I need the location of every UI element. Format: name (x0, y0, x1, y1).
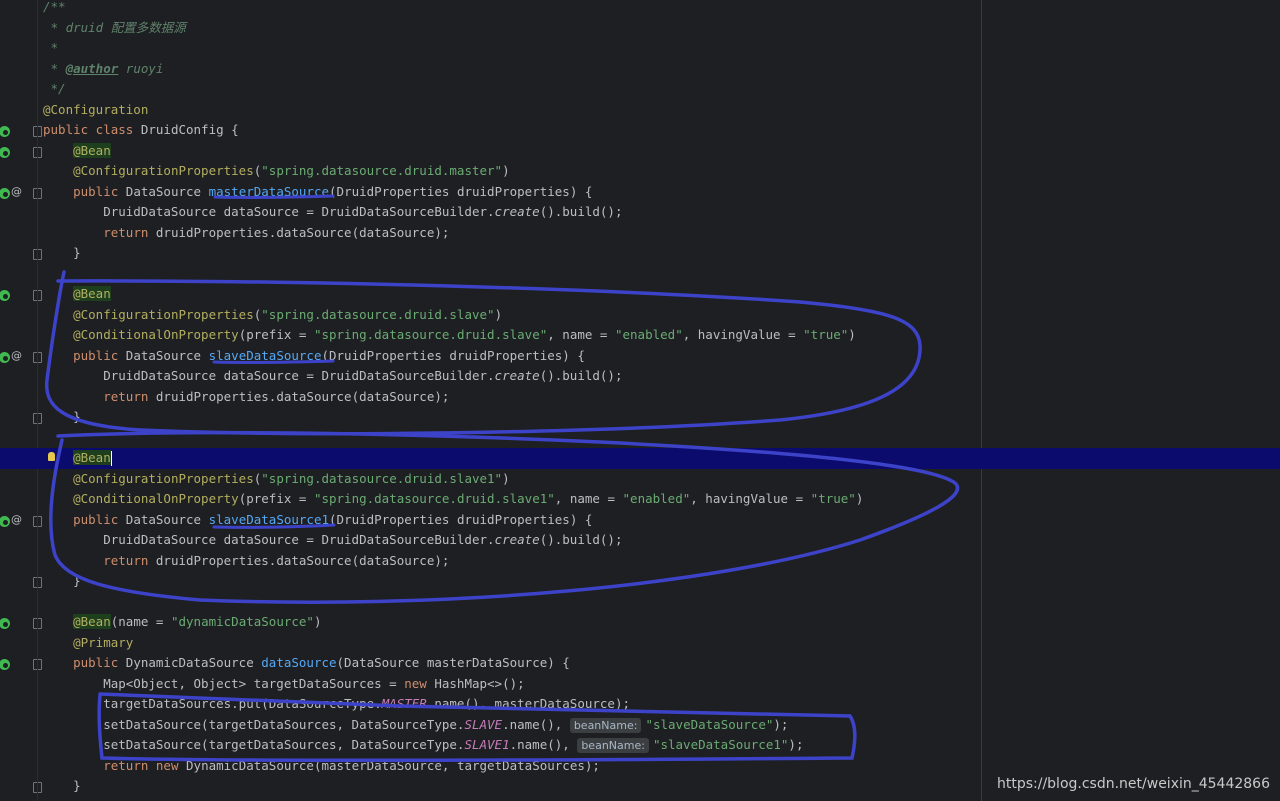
bulb-icon[interactable] (48, 452, 55, 461)
hand-drawn-annotations (44, 194, 960, 763)
underline-master-datasource (213, 194, 335, 199)
underline-slave-datasource1 (212, 523, 336, 529)
code-editor[interactable]: @ @ @ /** * druid 配置多数据源 * * @author ruoyi… (0, 0, 1280, 801)
circle-slave1-bean (49, 430, 960, 604)
circle-slave-bean (44, 270, 922, 436)
underline-slave-datasource (212, 359, 335, 364)
watermark: https://blog.csdn.net/weixin_45442866 (996, 776, 1270, 792)
box-set-datasource-calls (97, 692, 857, 763)
